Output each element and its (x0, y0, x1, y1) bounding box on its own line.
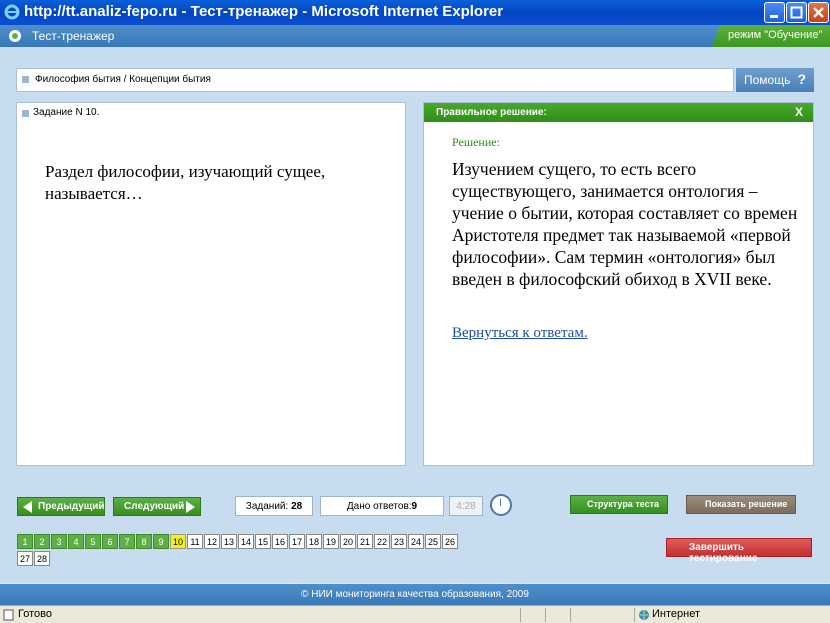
previous-label: Предыдущий (38, 501, 105, 512)
task-number-26[interactable]: 26 (442, 534, 458, 549)
finish-test-button[interactable]: Завершить тестирование (666, 538, 812, 564)
test-structure-label: Структура теста (587, 499, 660, 509)
footer: © НИИ мониторинга качества образования, … (0, 584, 830, 605)
window-titlebar: http://tt.analiz-fepo.ru - Тест-тренажер… (0, 0, 830, 25)
task-number-4[interactable]: 4 (68, 534, 84, 549)
total-tasks-value: 28 (291, 501, 303, 512)
task-number-28[interactable]: 28 (34, 551, 50, 566)
globe-icon (639, 610, 649, 620)
task-number-10[interactable]: 10 (170, 534, 186, 549)
close-icon (813, 7, 824, 18)
task-number-20[interactable]: 20 (340, 534, 356, 549)
app-logo-icon (9, 30, 21, 42)
help-label: Помощь (744, 73, 791, 87)
app-header: Тест-тренажер режим "Обучение" (0, 25, 830, 47)
solution-panel: Правильное решение: X Решение: Изучением… (423, 102, 814, 466)
window-title: http://tt.analiz-fepo.ru - Тест-тренажер… (24, 3, 504, 20)
previous-button[interactable]: Предыдущий (17, 497, 105, 516)
task-number-17[interactable]: 17 (289, 534, 305, 549)
status-text: Готово (18, 608, 52, 620)
task-number-14[interactable]: 14 (238, 534, 254, 549)
status-divider (520, 608, 521, 622)
task-number-1[interactable]: 1 (17, 534, 33, 549)
task-number-16[interactable]: 16 (272, 534, 288, 549)
bullet-icon (22, 110, 29, 117)
timer-display: 4:28 (449, 496, 483, 516)
minimize-icon (770, 15, 778, 18)
status-divider (570, 608, 571, 622)
task-number-7[interactable]: 7 (119, 534, 135, 549)
show-solution-button[interactable]: Показать решение (686, 495, 796, 514)
show-solution-label: Показать решение (705, 499, 788, 509)
next-label: Следующий (124, 501, 185, 512)
solution-title: Правильное решение: (436, 107, 547, 118)
solution-close-button[interactable]: X (795, 105, 803, 119)
question-text: Раздел философии, изучающий сущее, назыв… (45, 162, 326, 203)
solution-header: Правильное решение: X (424, 103, 813, 122)
breadcrumb: Философия бытия / Концепции бытия (16, 68, 734, 92)
bullet-icon (22, 76, 29, 83)
task-number-25[interactable]: 25 (425, 534, 441, 549)
status-divider (545, 608, 546, 622)
task-number-18[interactable]: 18 (306, 534, 322, 549)
task-number-6[interactable]: 6 (102, 534, 118, 549)
answered-box: Дано ответов:9 (320, 496, 444, 516)
task-number-2[interactable]: 2 (34, 534, 50, 549)
task-number-5[interactable]: 5 (85, 534, 101, 549)
task-number-21[interactable]: 21 (357, 534, 373, 549)
question-icon: ? (797, 71, 806, 87)
task-number-22[interactable]: 22 (374, 534, 390, 549)
status-bar: Готово Интернет (0, 605, 830, 623)
close-button[interactable] (808, 2, 829, 23)
answered-label: Дано ответов: (346, 501, 412, 512)
help-button[interactable]: Помощь ? (736, 68, 814, 92)
maximize-icon (790, 6, 803, 19)
task-number-19[interactable]: 19 (323, 534, 339, 549)
solution-label: Решение: (452, 135, 500, 149)
task-number-12[interactable]: 12 (204, 534, 220, 549)
task-number-8[interactable]: 8 (136, 534, 152, 549)
clock-icon[interactable] (490, 494, 512, 516)
security-zone: Интернет (652, 608, 700, 620)
question-number: Задание N 10. (33, 107, 100, 118)
task-number-24[interactable]: 24 (408, 534, 424, 549)
maximize-button[interactable] (786, 2, 807, 23)
app-title: Тест-тренажер (32, 29, 115, 43)
task-number-9[interactable]: 9 (153, 534, 169, 549)
ie-logo-icon (4, 4, 20, 20)
back-to-answers-link[interactable]: Вернуться к ответам. (452, 325, 588, 342)
task-number-27[interactable]: 27 (17, 551, 33, 566)
task-number-13[interactable]: 13 (221, 534, 237, 549)
task-number-11[interactable]: 11 (187, 534, 203, 549)
arrow-left-icon (23, 501, 32, 513)
page-icon (3, 609, 14, 621)
arrow-right-icon (186, 501, 195, 513)
next-button[interactable]: Следующий (113, 497, 201, 516)
solution-text: Изучением сущего, то есть всего существу… (452, 159, 798, 289)
breadcrumb-text: Философия бытия / Концепции бытия (35, 74, 211, 85)
task-number-15[interactable]: 15 (255, 534, 271, 549)
question-panel: Задание N 10. Раздел философии, изучающи… (16, 102, 406, 466)
minimize-button[interactable] (764, 2, 785, 23)
status-divider (634, 608, 635, 622)
test-structure-button[interactable]: Структура теста (570, 495, 668, 514)
question-header: Задание N 10. (17, 103, 405, 123)
finish-test-label: Завершить тестирование (689, 542, 758, 564)
mode-badge: режим "Обучение" (712, 25, 830, 47)
total-tasks-label: Заданий: (245, 501, 289, 512)
answered-value: 9 (411, 501, 418, 512)
task-number-3[interactable]: 3 (51, 534, 67, 549)
task-number-23[interactable]: 23 (391, 534, 407, 549)
total-tasks-box: Заданий: 28 (235, 496, 313, 516)
